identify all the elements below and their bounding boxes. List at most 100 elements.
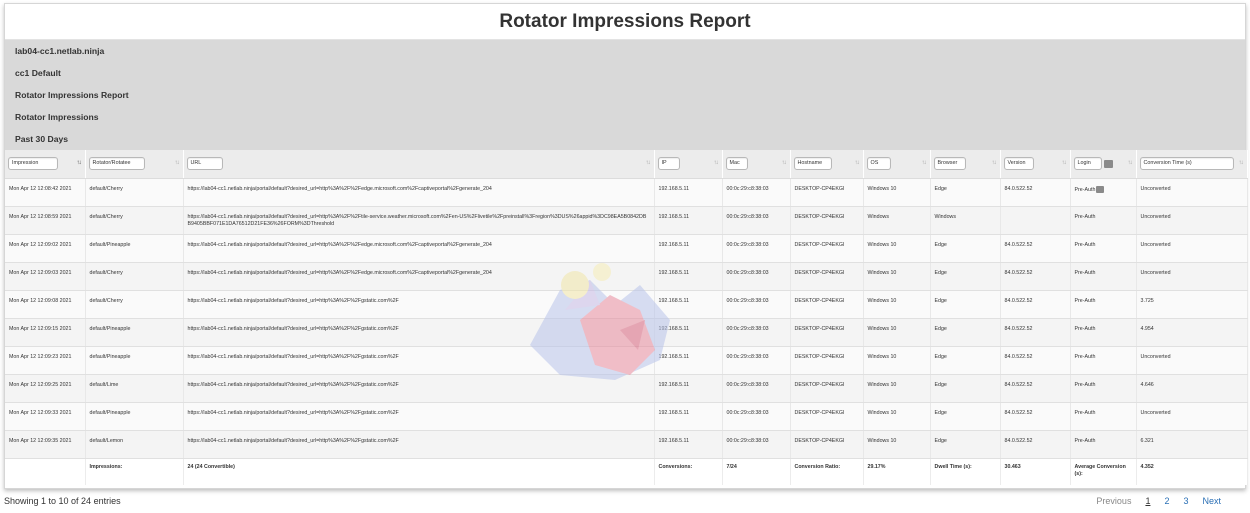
- page-2-button[interactable]: 2: [1157, 496, 1176, 506]
- cell-login: Pre-Auth: [1070, 206, 1137, 235]
- previous-page-button[interactable]: Previous: [1089, 496, 1138, 506]
- column-header-ip[interactable]: IP ↑↓: [654, 150, 723, 179]
- sort-icon[interactable]: ↑↓: [922, 160, 927, 166]
- column-filter-ip[interactable]: IP: [657, 157, 680, 171]
- column-filter-impression[interactable]: Impression: [8, 157, 58, 171]
- column-header-hostname[interactable]: Hostname ↑↓: [790, 150, 864, 179]
- cell-url: https://lab04-cc1.netlab.ninja/portal/de…: [183, 234, 655, 263]
- column-header-mac[interactable]: Mac ↑↓: [722, 150, 791, 179]
- column-filter-url[interactable]: URL: [186, 157, 223, 171]
- cell-os: Windows 10: [863, 430, 931, 459]
- hostname-value: DESKTOP-CP4EKGI: [794, 409, 845, 416]
- cell-conversion-time: 4.646: [1136, 374, 1248, 403]
- column-filter-mac[interactable]: Mac: [725, 157, 748, 171]
- column-filter-browser[interactable]: Browser: [933, 157, 966, 171]
- cell-ip: 192.168.5.11: [654, 430, 723, 459]
- mac-value: 00:0c:29:c8:38:03: [726, 213, 769, 220]
- cell-ip: 192.168.5.11: [654, 318, 723, 347]
- hostname-value: DESKTOP-CP4EKGI: [794, 269, 845, 276]
- cell-conversion-time: Unconverted: [1136, 178, 1248, 207]
- cell-impression: Mon Apr 12 12:08:42 2021: [5, 178, 86, 207]
- cell-os: Windows: [863, 206, 931, 235]
- mac-value: 00:0c:29:c8:38:03: [726, 269, 769, 276]
- column-header-url[interactable]: URL ↑↓: [183, 150, 655, 179]
- table-row[interactable]: Mon Apr 12 12:09:33 2021 default/Pineappl…: [5, 402, 1248, 431]
- cell-impression: Mon Apr 12 12:09:23 2021: [5, 346, 86, 375]
- column-filter-os[interactable]: OS: [866, 157, 891, 171]
- cell-browser: Edge: [930, 290, 1001, 319]
- sort-icon[interactable]: ↑↓: [782, 160, 787, 166]
- column-header-impression[interactable]: Impression ↑↓: [5, 150, 86, 179]
- browser-value: Edge: [934, 297, 947, 304]
- column-header-os[interactable]: OS ↑↓: [863, 150, 931, 179]
- cell-rotator-rotatee: default/Cherry: [85, 290, 184, 319]
- cell-login: Pre-Auth: [1070, 290, 1137, 319]
- column-filter-rotator-rotatee[interactable]: Rotator/Rotatee: [88, 157, 145, 171]
- table-row[interactable]: Mon Apr 12 12:08:42 2021 default/Cherry ht…: [5, 178, 1248, 207]
- column-header-conversion-time[interactable]: Conversion Time (s) ↑↓: [1136, 150, 1248, 179]
- conversion-time-value: Unconverted: [1140, 269, 1171, 276]
- cell-mac: 00:0c:29:c8:38:03: [722, 178, 791, 207]
- table-row[interactable]: Mon Apr 12 12:09:02 2021 default/Pineappl…: [5, 234, 1248, 263]
- sort-asc-icon[interactable]: ↑↓: [77, 160, 82, 166]
- column-header-browser[interactable]: Browser ↑↓: [930, 150, 1001, 179]
- cell-browser: Windows: [930, 206, 1001, 235]
- sort-icon[interactable]: ↑↓: [992, 160, 997, 166]
- url-value: https://lab04-cc1.netlab.ninja/portal/de…: [187, 325, 399, 332]
- mac-value: 00:0c:29:c8:38:03: [726, 409, 769, 416]
- cell-impression: Mon Apr 12 12:09:02 2021: [5, 234, 86, 263]
- sort-icon[interactable]: ↑↓: [714, 160, 719, 166]
- column-filter-hostname[interactable]: Hostname: [793, 157, 832, 171]
- page-1-button[interactable]: 1: [1138, 496, 1157, 506]
- table-row[interactable]: Mon Apr 12 12:09:08 2021 default/Cherry ht…: [5, 290, 1248, 319]
- url-value: https://lab04-cc1.netlab.ninja/portal/de…: [187, 269, 492, 276]
- sort-icon[interactable]: ↑↓: [175, 160, 180, 166]
- cell-mac: 00:0c:29:c8:38:03: [722, 430, 791, 459]
- table-row[interactable]: Mon Apr 12 12:09:25 2021 default/Lime http…: [5, 374, 1248, 403]
- column-filter-login[interactable]: Login: [1073, 157, 1102, 171]
- version-value: 84.0.522.52: [1004, 325, 1033, 332]
- sort-icon[interactable]: ↑↓: [855, 160, 860, 166]
- os-value: Windows 10: [867, 297, 897, 304]
- cell-login: Pre-Auth: [1070, 234, 1137, 263]
- cell-rotator-rotatee: default/Cherry: [85, 262, 184, 291]
- cell-hostname: DESKTOP-CP4EKGI: [790, 374, 864, 403]
- column-filter-version[interactable]: Version: [1003, 157, 1034, 171]
- login-export-icon[interactable]: [1103, 159, 1113, 168]
- login-value: Pre-Auth: [1074, 381, 1096, 388]
- sort-icon[interactable]: ↑↓: [1062, 160, 1067, 166]
- table-row[interactable]: Mon Apr 12 12:09:15 2021 default/Pineappl…: [5, 318, 1248, 347]
- report-meta: lab04-cc1.netlab.ninja cc1 Default Rotat…: [5, 40, 1245, 150]
- conversion-time-value: 3.725: [1140, 297, 1154, 304]
- column-header-rotator-rotatee[interactable]: Rotator/Rotatee ↑↓: [85, 150, 184, 179]
- column-header-login[interactable]: Login ↑↓: [1070, 150, 1137, 179]
- cell-rotator-rotatee: default/Lemon: [85, 430, 184, 459]
- summary-dwell-label: Dwell Time (s):: [930, 458, 1001, 485]
- table-row[interactable]: Mon Apr 12 12:08:59 2021 default/Cherry ht…: [5, 206, 1248, 235]
- rotator-rotatee-value: default/Pineapple: [89, 325, 131, 332]
- cell-os: Windows 10: [863, 374, 931, 403]
- cell-rotator-rotatee: default/Cherry: [85, 178, 184, 207]
- browser-value: Edge: [934, 269, 947, 276]
- sort-icon[interactable]: ↑↓: [1239, 160, 1244, 166]
- next-page-button[interactable]: Next: [1195, 496, 1228, 506]
- sort-icon[interactable]: ↑↓: [646, 160, 651, 166]
- login-value: Pre-Auth: [1074, 297, 1096, 304]
- sort-icon[interactable]: ↑↓: [1128, 160, 1133, 166]
- column-filter-conversion-time[interactable]: Conversion Time (s): [1139, 157, 1234, 171]
- table-row[interactable]: Mon Apr 12 12:09:23 2021 default/Pineappl…: [5, 346, 1248, 375]
- browser-value: Windows: [934, 213, 957, 220]
- login-value: Pre-Auth: [1074, 186, 1096, 193]
- column-header-version[interactable]: Version ↑↓: [1000, 150, 1071, 179]
- impression-value: Mon Apr 12 12:09:25 2021: [9, 381, 72, 388]
- table-row[interactable]: Mon Apr 12 12:09:03 2021 default/Cherry ht…: [5, 262, 1248, 291]
- cell-hostname: DESKTOP-CP4EKGI: [790, 178, 864, 207]
- ip-value: 192.168.5.11: [658, 241, 690, 248]
- cell-ip: 192.168.5.11: [654, 234, 723, 263]
- login-info-icon[interactable]: [1096, 185, 1105, 193]
- meta-report-name: Rotator Impressions Report: [15, 90, 129, 100]
- table-row[interactable]: Mon Apr 12 12:09:35 2021 default/Lemon htt…: [5, 430, 1248, 459]
- login-value: Pre-Auth: [1074, 437, 1096, 444]
- cell-version: 84.0.522.52: [1000, 318, 1071, 347]
- page-3-button[interactable]: 3: [1176, 496, 1195, 506]
